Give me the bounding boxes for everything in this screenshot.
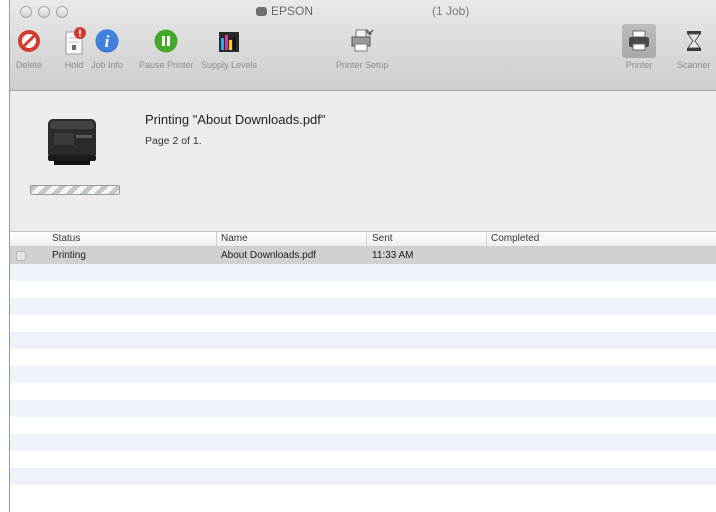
printer-view-label: Printer [625, 60, 653, 70]
column-divider[interactable] [216, 232, 217, 246]
job-list-table: Status Name Sent Completed Printing Abou… [10, 232, 716, 512]
supply-levels-button[interactable]: Supply Levels [201, 24, 257, 70]
column-header-completed[interactable]: Completed [491, 233, 539, 244]
cell-name: About Downloads.pdf [221, 250, 317, 261]
column-divider[interactable] [486, 232, 487, 246]
empty-row [10, 451, 716, 468]
scanner-view-button[interactable]: Scanner [677, 24, 711, 70]
empty-row [10, 434, 716, 451]
column-header-sent[interactable]: Sent [372, 233, 393, 244]
empty-row [10, 264, 716, 281]
svg-text:i: i [105, 32, 110, 51]
pause-printer-label: Pause Printer [139, 60, 194, 70]
pause-icon [154, 29, 178, 53]
printer-setup-button[interactable]: Printer Setup [336, 24, 389, 70]
pause-printer-button[interactable]: Pause Printer [139, 24, 194, 70]
delete-button[interactable]: Delete [16, 24, 42, 70]
info-icon: i [95, 29, 119, 53]
delete-label: Delete [16, 60, 43, 70]
scanner-view-label: Scanner [677, 60, 711, 70]
empty-row [10, 485, 716, 502]
page-status: Page 2 of 1. [145, 135, 202, 147]
print-queue-window: EPSON (1 Job) Delete Hold i Job Info Pau… [9, 0, 716, 512]
table-header: Status Name Sent Completed [10, 232, 716, 247]
empty-row [10, 468, 716, 485]
empty-row [10, 383, 716, 400]
job-info-label: Job Info [91, 60, 124, 70]
cell-status: Printing [52, 250, 86, 261]
minimize-window-button[interactable] [38, 6, 50, 18]
printer-icon [629, 30, 649, 51]
empty-row [10, 366, 716, 383]
job-status-panel: Printing "About Downloads.pdf" Page 2 of… [10, 91, 716, 232]
cell-sent: 11:33 AM [372, 250, 414, 261]
column-divider[interactable] [366, 232, 367, 246]
empty-row [10, 349, 716, 366]
zoom-window-button[interactable] [56, 6, 68, 18]
print-progress-bar [30, 185, 120, 195]
empty-row [10, 281, 716, 298]
printer-view-button[interactable]: Printer [622, 24, 656, 70]
printing-document-title: Printing "About Downloads.pdf" [145, 112, 326, 127]
window-title: EPSON [256, 4, 313, 18]
empty-row [10, 400, 716, 417]
column-header-name[interactable]: Name [221, 233, 248, 244]
row-status-indicator [16, 251, 26, 261]
empty-row [10, 315, 716, 332]
printer-setup-label: Printer Setup [336, 60, 389, 70]
empty-row [10, 298, 716, 315]
printer-image [40, 111, 110, 178]
job-count: (1 Job) [432, 4, 470, 18]
hold-icon [65, 27, 86, 55]
delete-icon [18, 30, 40, 52]
close-window-button[interactable] [20, 6, 32, 18]
empty-row [10, 332, 716, 349]
window-controls [20, 6, 68, 18]
table-rows: Printing About Downloads.pdf 11:33 AM [10, 247, 716, 502]
window-title-text: EPSON [271, 4, 314, 18]
table-row[interactable]: Printing About Downloads.pdf 11:33 AM [10, 247, 716, 264]
supply-levels-label: Supply Levels [201, 60, 258, 70]
ink-levels-icon [219, 32, 240, 52]
window-toolbar: EPSON (1 Job) Delete Hold i Job Info Pau… [10, 0, 716, 91]
job-info-button[interactable]: i Job Info [91, 24, 123, 70]
hold-button[interactable]: Hold [59, 24, 89, 70]
hold-label: Hold [64, 60, 84, 70]
printer-device-icon [48, 119, 96, 165]
empty-row [10, 417, 716, 434]
printer-setup-icon [351, 29, 374, 52]
column-header-status[interactable]: Status [52, 233, 80, 244]
printer-icon [256, 6, 267, 16]
scanner-icon [686, 31, 701, 51]
